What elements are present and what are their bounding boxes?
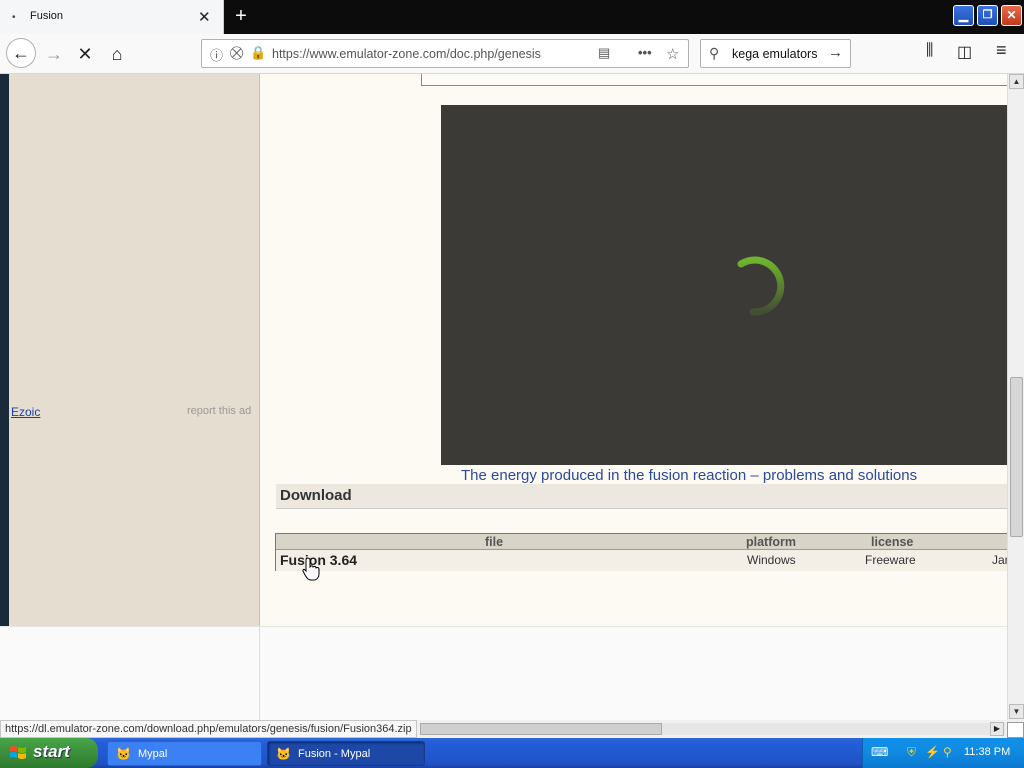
start-button[interactable]: start <box>0 738 98 768</box>
favicon-icon: • <box>12 12 16 23</box>
search-go-icon[interactable]: → <box>828 44 843 61</box>
table-row[interactable]: Fusion 3.64 Windows Freeware Jan <box>276 550 1007 571</box>
tab-strip: • Fusion ✕ + ▁ ❐ ✕ <box>0 0 1024 34</box>
video-player[interactable] <box>441 105 1007 465</box>
rating-row <box>421 74 1007 86</box>
download-table: file platform license Fusion 3.64 Window… <box>275 533 1007 571</box>
start-label: start <box>33 742 70 761</box>
navigation-toolbar: ← → ✕ ⌂ ⓘ ⛒ 🔒 https://www.emulator-zone.… <box>0 34 1024 74</box>
download-heading: Download <box>280 487 352 504</box>
keyboard-icon[interactable]: ⌨ <box>871 745 888 759</box>
taskbar-item-mypal[interactable]: 🐱 Mypal <box>107 741 262 766</box>
url-text[interactable]: https://www.emulator-zone.com/doc.php/ge… <box>272 47 560 61</box>
main-column: The energy produced in the fusion reacti… <box>260 74 1007 626</box>
tab-fusion[interactable]: • Fusion ✕ <box>0 0 224 34</box>
col-header-file: file <box>485 535 504 549</box>
horizontal-scroll-thumb[interactable] <box>420 723 662 735</box>
vertical-scrollbar[interactable]: ▲ ▼ <box>1007 74 1024 720</box>
security-shield-icon[interactable]: ⛨ <box>907 745 916 760</box>
search-input[interactable]: kega emulators <box>732 47 817 61</box>
status-bar: ▶ https://dl.emulator-zone.com/download.… <box>0 720 1024 738</box>
side-column: Ezoic report this ad <box>9 74 260 626</box>
forward-button[interactable]: → <box>40 40 68 68</box>
scroll-thumb[interactable] <box>1010 377 1023 537</box>
page-actions-icon[interactable]: ••• <box>638 45 652 60</box>
mypal-app-icon: 🐱 <box>116 747 131 761</box>
mypal-app-icon: 🐱 <box>276 747 291 761</box>
library-icon[interactable]: ⫼ <box>926 42 933 60</box>
menu-icon[interactable]: ≡ <box>996 40 1007 61</box>
search-bar[interactable]: ⚲ kega emulators → <box>700 39 851 68</box>
url-bar[interactable]: ⓘ ⛒ 🔒 https://www.emulator-zone.com/doc.… <box>201 39 689 68</box>
column-divider <box>259 627 260 720</box>
page-content: Ezoic report this ad The energy produced… <box>0 74 1007 720</box>
home-button[interactable]: ⌂ <box>103 40 131 68</box>
scroll-right-arrow[interactable]: ▶ <box>990 722 1004 736</box>
restore-button[interactable]: ❐ <box>977 5 998 26</box>
col-header-platform: platform <box>746 535 796 549</box>
page-left-edge <box>0 74 9 626</box>
reader-view-icon[interactable]: ▤ <box>598 45 610 61</box>
tab-title: Fusion <box>30 10 64 22</box>
scroll-down-arrow[interactable]: ▼ <box>1009 704 1024 719</box>
bookmark-star-icon[interactable]: ☆ <box>666 45 679 63</box>
table-header: file platform license <box>276 534 1007 550</box>
info-icon[interactable]: ⓘ <box>210 45 223 64</box>
status-url: https://dl.emulator-zone.com/download.ph… <box>0 720 417 738</box>
network-icon[interactable]: ⚡ <box>925 745 940 759</box>
scroll-corner <box>1007 722 1024 738</box>
article-link[interactable]: The energy produced in the fusion reacti… <box>461 467 917 484</box>
cell-platform: Windows <box>747 553 796 567</box>
minimize-button[interactable]: ▁ <box>953 5 974 26</box>
cell-date-cut: Jan <box>992 553 1007 567</box>
close-tab-icon[interactable]: ✕ <box>198 8 211 26</box>
scroll-up-arrow[interactable]: ▲ <box>1009 74 1024 89</box>
taskbar-item-label: Mypal <box>138 748 168 760</box>
back-button[interactable]: ← <box>6 38 36 68</box>
windows-logo-icon <box>10 746 26 759</box>
lock-icon[interactable]: 🔒 <box>250 45 266 61</box>
loading-spinner-icon <box>737 256 785 316</box>
search-icon: ⚲ <box>709 45 720 61</box>
col-header-license: license <box>871 535 914 549</box>
sidebar-icon[interactable]: ◫ <box>957 42 972 62</box>
close-window-button[interactable]: ✕ <box>1001 5 1022 26</box>
cell-license: Freeware <box>865 553 916 567</box>
taskbar-item-fusion-mypal[interactable]: 🐱 Fusion - Mypal <box>267 741 425 766</box>
tracking-protection-icon[interactable]: ⛒ <box>230 45 243 61</box>
ezoic-link[interactable]: Ezoic <box>11 405 40 419</box>
taskbar-item-label: Fusion - Mypal <box>298 748 371 760</box>
search-tray-icon[interactable]: ⚲ <box>943 745 952 759</box>
page-lower-area <box>0 626 1007 720</box>
hand-cursor-icon <box>302 557 320 581</box>
report-ad-link[interactable]: report this ad <box>187 405 251 417</box>
download-section-header: Download <box>276 484 1007 509</box>
taskbar: start 🐱 Mypal 🐱 Fusion - Mypal ⌨ ⛨ ⚡ ⚲ 1… <box>0 738 1024 768</box>
system-tray: ⌨ ⛨ ⚡ ⚲ 11:38 PM <box>862 738 1024 768</box>
new-tab-button[interactable]: + <box>230 4 252 28</box>
clock: 11:38 PM <box>964 746 1011 758</box>
stop-button[interactable]: ✕ <box>71 40 99 68</box>
